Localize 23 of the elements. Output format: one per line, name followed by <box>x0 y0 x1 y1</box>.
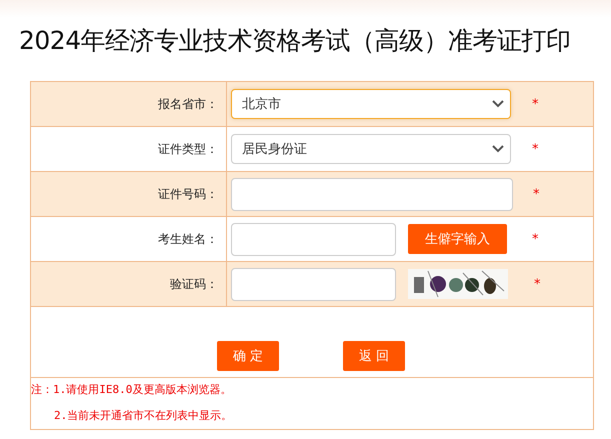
note-text: 2.当前未开通省市不在列表中显示。 <box>53 408 234 423</box>
dropdown-field[interactable]: 北京市 <box>231 89 511 119</box>
field-label: 证件号码： <box>31 172 227 216</box>
input-field[interactable] <box>231 268 396 300</box>
required-mark: * <box>533 186 540 202</box>
field-label: 验证码： <box>31 262 227 306</box>
required-mark: * <box>532 232 538 246</box>
dropdown-field[interactable]: 居民身份证 <box>231 134 511 164</box>
note-text: 注：1.请使用IE8.0及更高版本浏览器。 <box>31 382 232 397</box>
field-label: 考生姓名： <box>31 217 227 261</box>
rare-character-button[interactable]: 生僻字输入 <box>408 224 507 254</box>
field-label: 证件类型： <box>31 127 227 171</box>
chevron-down-icon <box>492 145 504 153</box>
field-label: 报名省市： <box>31 82 227 126</box>
required-mark: * <box>532 96 538 112</box>
input-field[interactable] <box>231 178 513 210</box>
required-mark: * <box>534 276 540 292</box>
back-button[interactable]: 返 回 <box>343 341 405 371</box>
page-title: 2024年经济专业技术资格考试（高级）准考证打印 <box>18 25 572 57</box>
confirm-button[interactable]: 确 定 <box>217 341 279 371</box>
input-field[interactable] <box>231 222 396 256</box>
required-mark: * <box>532 142 538 156</box>
chevron-down-icon <box>492 100 504 108</box>
